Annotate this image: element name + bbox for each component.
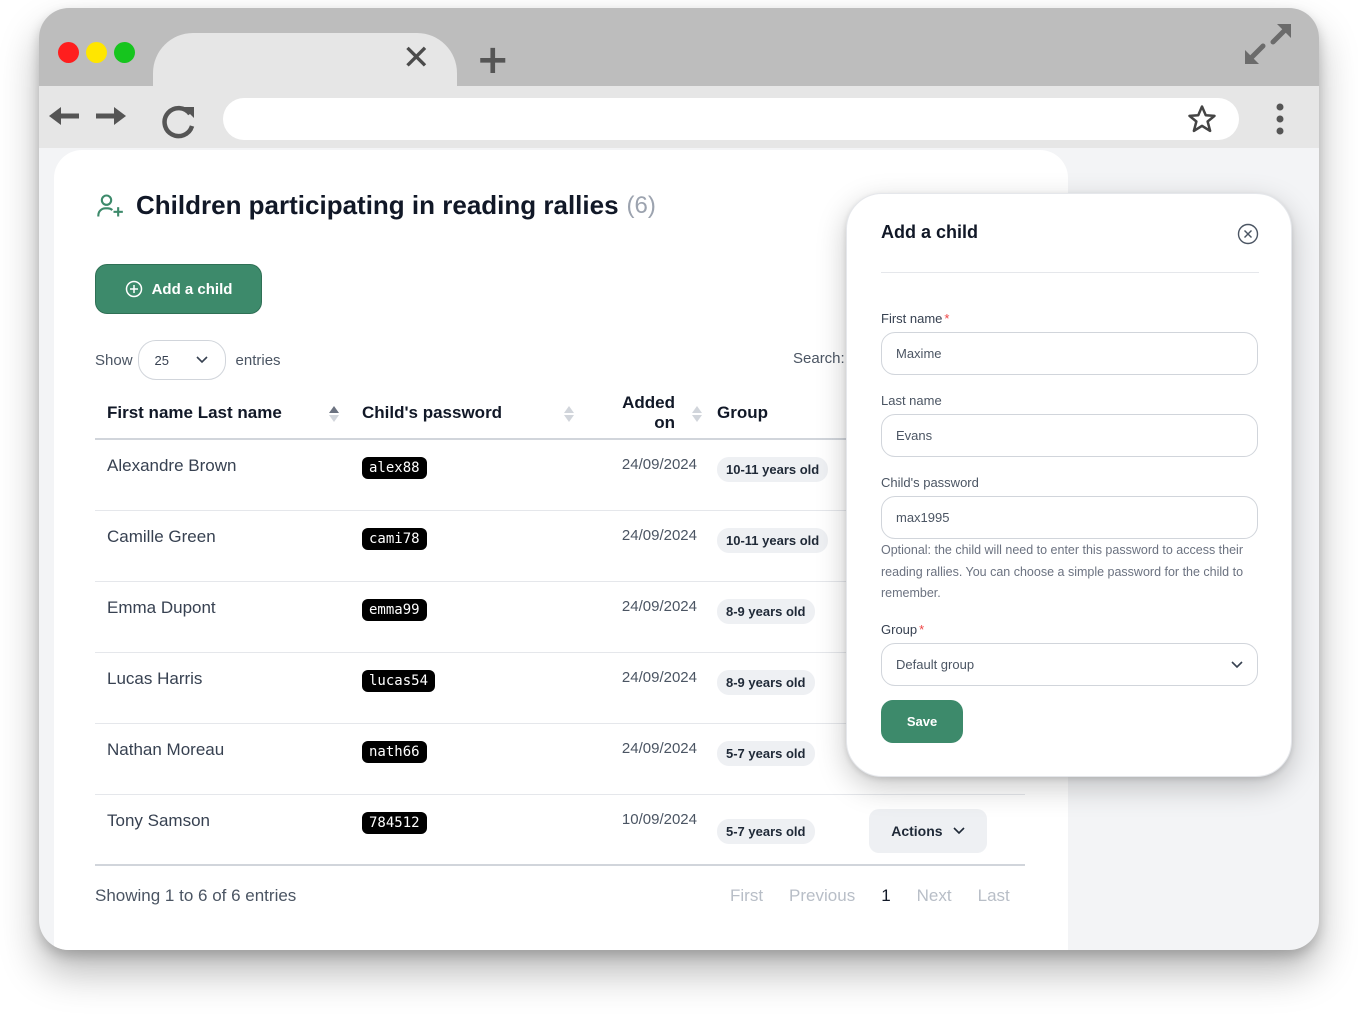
group-label: Group * xyxy=(881,622,924,637)
search-label: Search: xyxy=(793,350,845,367)
added-on-date: 10/09/2024 xyxy=(585,794,705,866)
forward-arrow-icon[interactable] xyxy=(94,106,126,126)
modal-title: Add a child xyxy=(881,222,979,242)
fullscreen-icon[interactable] xyxy=(1243,22,1293,66)
chevron-down-icon xyxy=(195,356,208,364)
pagination-current-page[interactable]: 1 xyxy=(881,886,890,906)
group-badge: 5-7 years old xyxy=(717,818,815,844)
tab-bar: ✕ + xyxy=(39,8,1319,86)
password-field[interactable]: max1995 xyxy=(881,496,1258,539)
group-badge: 8-9 years old xyxy=(717,598,815,624)
last-name-field[interactable]: Evans xyxy=(881,414,1258,457)
user-add-icon xyxy=(97,193,123,216)
page-title: Children participating in reading rallie… xyxy=(136,190,619,220)
child-password: lucas54 xyxy=(362,669,436,692)
entries-select-value: 25 xyxy=(154,352,169,368)
last-name-label: Last name xyxy=(881,393,942,408)
close-icon[interactable] xyxy=(1237,223,1259,245)
group-label-text: Group xyxy=(881,622,918,637)
added-on-date: 24/09/2024 xyxy=(585,581,705,653)
added-on-date: 24/09/2024 xyxy=(585,510,705,582)
added-on-date: 24/09/2024 xyxy=(585,723,705,795)
group-select-value: Default group xyxy=(896,657,975,672)
required-marker: * xyxy=(919,622,925,637)
column-header-added-on-label: Added on xyxy=(622,392,675,432)
new-tab-icon[interactable]: + xyxy=(476,40,510,80)
group-badge: 10-11 years old xyxy=(717,457,829,482)
child-name: Camille Green xyxy=(95,510,350,582)
group-badge: 8-9 years old xyxy=(717,669,815,695)
close-window-button[interactable] xyxy=(58,42,79,63)
browser-toolbar xyxy=(39,86,1319,148)
child-password: alex88 xyxy=(362,457,427,479)
address-bar[interactable] xyxy=(223,98,1239,140)
kebab-menu-icon[interactable] xyxy=(1275,102,1285,136)
table-row: Tony Samson 784512 10/09/2024 5-7 years … xyxy=(95,794,1025,866)
group-badge: 5-7 years old xyxy=(717,740,815,766)
save-button[interactable]: Save xyxy=(881,700,963,743)
pagination-first[interactable]: First xyxy=(730,886,763,906)
pagination-last[interactable]: Last xyxy=(978,886,1010,906)
group-badge: 10-11 years old xyxy=(717,527,829,553)
first-name-value: Maxime xyxy=(896,346,942,361)
password-help-text: Optional: the child will need to enter t… xyxy=(881,543,1244,600)
page-header: Children participating in reading rallie… xyxy=(96,190,656,221)
child-password: emma99 xyxy=(362,598,427,621)
table-info: Showing 1 to 6 of 6 entries xyxy=(95,886,297,905)
required-marker: * xyxy=(944,311,950,326)
tab-close-icon[interactable]: ✕ xyxy=(402,41,431,75)
column-header-password[interactable]: Child's password xyxy=(350,387,585,440)
column-header-group-label: Group xyxy=(717,402,768,422)
sort-icon xyxy=(564,406,574,422)
add-child-button[interactable]: Add a child xyxy=(95,264,262,314)
show-label: Show xyxy=(95,351,133,369)
child-name: Tony Samson xyxy=(95,794,350,866)
added-on-date: 24/09/2024 xyxy=(585,439,705,511)
star-icon[interactable] xyxy=(1187,104,1217,134)
child-name: Nathan Moreau xyxy=(95,723,350,795)
reload-icon[interactable] xyxy=(161,104,197,140)
entries-select[interactable]: 25 xyxy=(137,340,226,380)
sort-ascending-icon xyxy=(329,406,339,422)
password-value: max1995 xyxy=(896,510,950,525)
added-on-date: 24/09/2024 xyxy=(585,652,705,724)
child-name: Emma Dupont xyxy=(95,581,350,653)
column-header-name[interactable]: First name Last name xyxy=(95,387,350,440)
plus-circle-icon xyxy=(125,280,142,298)
modal-divider xyxy=(881,272,1259,273)
pagination: First Previous 1 Next Last xyxy=(730,886,1010,906)
minimize-window-button[interactable] xyxy=(86,42,107,63)
first-name-label-text: First name xyxy=(881,311,943,326)
column-header-added-on[interactable]: Added on xyxy=(585,387,705,440)
actions-button[interactable]: Actions xyxy=(869,808,987,853)
chevron-down-icon xyxy=(1231,660,1243,668)
back-arrow-icon[interactable] xyxy=(49,106,81,126)
password-label: Child's password xyxy=(881,475,979,490)
group-select[interactable]: Default group xyxy=(881,643,1258,686)
column-header-password-label: Child's password xyxy=(362,402,503,422)
add-child-button-label: Add a child xyxy=(151,280,233,298)
pagination-next[interactable]: Next xyxy=(917,886,952,906)
actions-button-label: Actions xyxy=(891,822,943,839)
sort-icon xyxy=(692,406,702,422)
column-header-name-label: First name Last name xyxy=(107,402,282,422)
child-name: Alexandre Brown xyxy=(95,439,350,511)
first-name-label: First name * xyxy=(881,311,949,326)
entries-length-control: Show 25 entries xyxy=(95,340,281,380)
maximize-window-button[interactable] xyxy=(114,42,135,63)
child-name: Lucas Harris xyxy=(95,652,350,724)
child-password: nath66 xyxy=(362,740,427,763)
pagination-previous[interactable]: Previous xyxy=(789,886,855,906)
chevron-down-icon xyxy=(953,826,965,834)
page-title-count: (6) xyxy=(626,191,656,219)
entries-label: entries xyxy=(235,351,281,369)
first-name-field[interactable]: Maxime xyxy=(881,332,1258,375)
child-password: cami78 xyxy=(362,527,427,550)
child-password: 784512 xyxy=(362,811,427,834)
last-name-value: Evans xyxy=(896,428,933,443)
add-child-modal: Add a child First name * Maxime Last name… xyxy=(846,193,1292,777)
